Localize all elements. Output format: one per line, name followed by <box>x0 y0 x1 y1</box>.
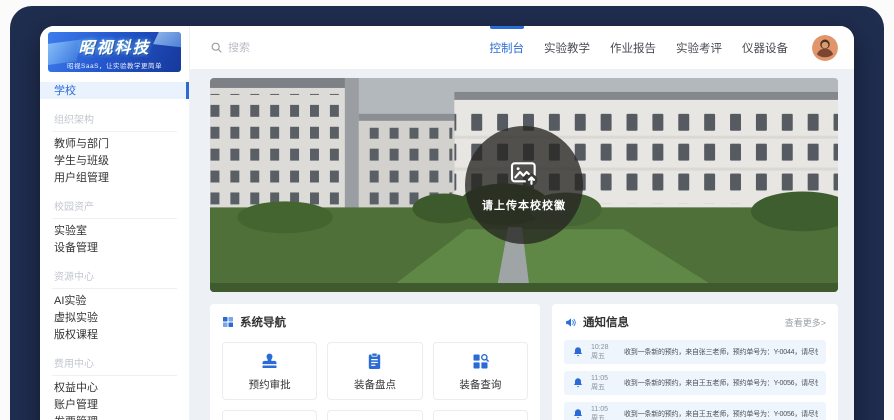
sidebar-item-device-management[interactable]: 设备管理 <box>40 239 189 256</box>
grid-icon <box>222 316 234 328</box>
tab-instrument-equipment[interactable]: 仪器设备 <box>742 26 788 69</box>
card-hidden[interactable] <box>222 410 317 420</box>
card-label: 装备盘点 <box>354 377 396 392</box>
day-value: 周五 <box>591 414 617 420</box>
panels-row: 系统导航 预约审批 <box>210 304 838 420</box>
card-hidden[interactable] <box>327 410 422 420</box>
time-value: 11:05 <box>591 374 617 383</box>
notification-list: 10:28 周五 收到一条新的预约，来自张三老师，预约单号为：Y-0044，请尽… <box>564 340 826 420</box>
app-frame: 昭视科技 昭视SaaS，让实验教学更简单 学校 组织架构 教师与部门 学生与班级… <box>10 6 884 420</box>
notification-item[interactable]: 11:05 周五 收到一条新的预约，来自王五老师，预约单号为：Y-0056，请尽… <box>564 371 826 395</box>
tab-label: 仪器设备 <box>742 40 788 56</box>
sidebar-item-laboratory[interactable]: 实验室 <box>40 222 189 239</box>
upload-school-badge-button[interactable]: 请上传本校校徽 <box>465 126 583 244</box>
main-content: 请上传本校校徽 <box>190 70 854 420</box>
divider <box>52 218 177 219</box>
sidebar-section-cost-center: 费用中心 <box>40 352 189 373</box>
notification-text: 收到一条新的预约，来自张三老师，预约单号为：Y-0044，请尽快处理。 <box>624 347 818 357</box>
app-window: 昭视科技 昭视SaaS，让实验教学更简单 学校 组织架构 教师与部门 学生与班级… <box>40 26 854 420</box>
card-label: 预约审批 <box>249 377 291 392</box>
system-nav-header: 系统导航 <box>222 314 528 330</box>
day-value: 周五 <box>591 383 617 392</box>
divider <box>52 375 177 376</box>
tab-homework-report[interactable]: 作业报告 <box>610 26 656 69</box>
tab-label: 控制台 <box>490 40 525 56</box>
card-equipment-inventory[interactable]: 装备盘点 <box>327 342 422 400</box>
sidebar-item-user-groups[interactable]: 用户组管理 <box>40 169 189 186</box>
tab-label: 实验教学 <box>544 40 590 56</box>
speaker-icon <box>564 316 577 329</box>
sidebar-item-virtual-experiment[interactable]: 虚拟实验 <box>40 309 189 326</box>
top-navigation: 控制台 实验教学 作业报告 实验考评 仪器设备 <box>490 26 789 69</box>
sidebar: 昭视科技 昭视SaaS，让实验教学更简单 学校 组织架构 教师与部门 学生与班级… <box>40 26 190 420</box>
bell-icon <box>572 377 584 389</box>
main-column: 控制台 实验教学 作业报告 实验考评 仪器设备 <box>190 26 854 420</box>
image-upload-icon <box>508 158 540 190</box>
avatar[interactable] <box>812 35 838 61</box>
notifications-header: 通知信息 查看更多> <box>564 314 826 330</box>
page-background: 昭视科技 昭视SaaS，让实验教学更简单 学校 组织架构 教师与部门 学生与班级… <box>0 0 894 420</box>
sidebar-item-teachers-departments[interactable]: 教师与部门 <box>40 135 189 152</box>
bell-icon <box>572 408 584 420</box>
logo-title: 昭视科技 <box>78 34 150 58</box>
tab-label: 实验考评 <box>676 40 722 56</box>
sidebar-menu: 学校 组织架构 教师与部门 学生与班级 用户组管理 校园资产 实验室 设备管理 … <box>40 82 189 420</box>
tab-label: 作业报告 <box>610 40 656 56</box>
search-input[interactable] <box>228 42 368 54</box>
sidebar-item-ai-experiment[interactable]: AI实验 <box>40 292 189 309</box>
logo: 昭视科技 昭视SaaS，让实验教学更简单 <box>48 32 181 72</box>
view-more-link[interactable]: 查看更多> <box>785 316 826 329</box>
panel-title: 通知信息 <box>583 314 629 330</box>
search-icon <box>210 41 223 54</box>
card-hidden[interactable] <box>433 410 528 420</box>
sidebar-item-account-management[interactable]: 账户管理 <box>40 396 189 413</box>
sidebar-item-benefits-center[interactable]: 权益中心 <box>40 379 189 396</box>
search-bar <box>210 41 368 54</box>
notification-item[interactable]: 11:05 周五 收到一条新的预约，来自王五老师，预约单号为：Y-0056，请尽… <box>564 402 826 420</box>
active-tab-indicator <box>490 26 525 29</box>
bell-icon <box>572 346 584 358</box>
upload-hint-text: 请上传本校校徽 <box>482 197 566 213</box>
day-value: 周五 <box>591 352 617 361</box>
topbar: 控制台 实验教学 作业报告 实验考评 仪器设备 <box>190 26 854 70</box>
time-value: 11:05 <box>591 405 617 414</box>
logo-decoration <box>153 32 181 48</box>
sidebar-item-invoice-management[interactable]: 发票管理 <box>40 413 189 420</box>
sidebar-section-resource-center: 资源中心 <box>40 265 189 286</box>
system-nav-panel: 系统导航 预约审批 <box>210 304 540 420</box>
notifications-panel: 通知信息 查看更多> 10:28 周 <box>552 304 838 420</box>
card-label: 装备查询 <box>459 377 501 392</box>
sidebar-section-campus-assets: 校园资产 <box>40 195 189 216</box>
clipboard-icon <box>364 351 385 372</box>
tab-experiment-evaluation[interactable]: 实验考评 <box>676 26 722 69</box>
grid-search-icon <box>470 351 491 372</box>
logo-subtitle: 昭视SaaS，让实验教学更简单 <box>67 60 162 70</box>
tab-console[interactable]: 控制台 <box>490 26 525 69</box>
notification-item[interactable]: 10:28 周五 收到一条新的预约，来自张三老师，预约单号为：Y-0044，请尽… <box>564 340 826 364</box>
sidebar-item-label: 学校 <box>54 85 76 97</box>
card-reservation-approval[interactable]: 预约审批 <box>222 342 317 400</box>
tab-experiment-teaching[interactable]: 实验教学 <box>544 26 590 69</box>
panel-title: 系统导航 <box>240 314 286 330</box>
sidebar-item-school[interactable]: 学校 <box>40 82 189 99</box>
stamp-icon <box>259 351 280 372</box>
card-equipment-search[interactable]: 装备查询 <box>433 342 528 400</box>
hero-banner: 请上传本校校徽 <box>210 78 838 292</box>
sidebar-section-org: 组织架构 <box>40 108 189 129</box>
notification-time: 11:05 周五 <box>591 405 617 420</box>
time-value: 10:28 <box>591 343 617 352</box>
notification-text: 收到一条新的预约，来自王五老师，预约单号为：Y-0056，请尽快处理。 <box>624 409 818 419</box>
divider <box>52 288 177 289</box>
notification-time: 11:05 周五 <box>591 374 617 392</box>
notification-text: 收到一条新的预约，来自王五老师，预约单号为：Y-0056，请尽快处理。 <box>624 378 818 388</box>
system-nav-cards: 预约审批 <box>222 342 528 420</box>
sidebar-item-licensed-courses[interactable]: 版权课程 <box>40 326 189 343</box>
divider <box>52 131 177 132</box>
notification-time: 10:28 周五 <box>591 343 617 361</box>
sidebar-item-students-classes[interactable]: 学生与班级 <box>40 152 189 169</box>
active-item-indicator <box>186 82 189 99</box>
